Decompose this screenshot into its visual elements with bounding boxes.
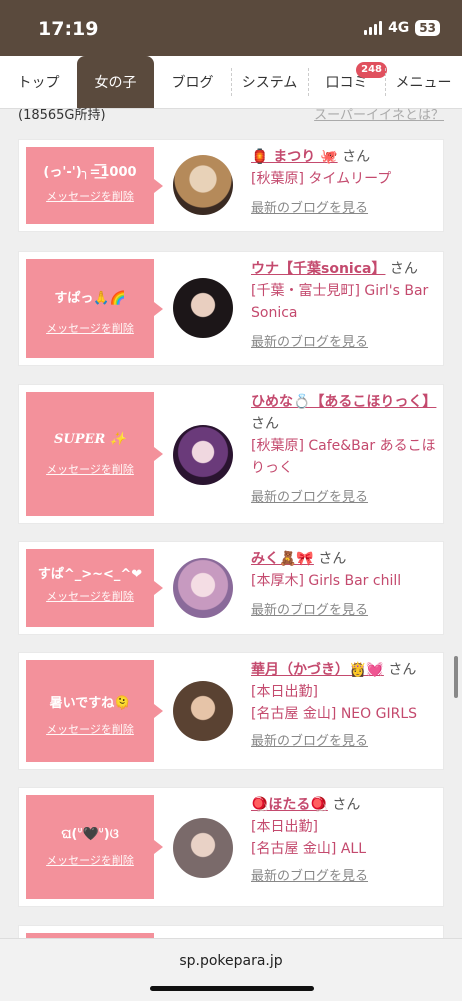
honorific: さん	[388, 662, 417, 678]
girl-name[interactable]: ウナ【千葉sonica】	[251, 261, 385, 277]
girl-name[interactable]: 🪀ほたる🪀	[251, 797, 328, 813]
delete-message-link[interactable]: メッセージを削除	[26, 721, 154, 737]
scrollbar[interactable]	[454, 656, 458, 698]
honorific: さん	[332, 797, 361, 813]
tab-label: トップ	[17, 75, 60, 91]
favorite-card: 暑いですね🫠 メッセージを削除 華月（かづき）👸💓 さん [本日出勤] [名古屋…	[19, 653, 443, 769]
shop-status: [本日出勤]	[251, 684, 318, 700]
avatar[interactable]	[173, 681, 233, 741]
points-text: (18565G所持)	[18, 108, 106, 123]
tab-label: 女の子	[94, 75, 137, 91]
delete-message-link[interactable]: メッセージを削除	[26, 188, 154, 204]
top-nav: トップ 女の子 ブログ システム 口コミ 248 メニュー	[0, 56, 462, 109]
latest-blog-link[interactable]: 最新のブログを見る	[251, 198, 437, 220]
latest-blog-link[interactable]: 最新のブログを見る	[251, 731, 437, 753]
shop-name[interactable]: [千葉・富士見町] Girl's Bar Sonica	[251, 283, 428, 321]
message-bubble: すぱっ🙏🌈 メッセージを削除	[26, 259, 163, 358]
latest-blog-link[interactable]: 最新のブログを見る	[251, 866, 437, 888]
delete-message-link[interactable]: メッセージを削除	[26, 461, 154, 477]
signal-icon	[364, 21, 383, 35]
favorite-card: ଘ(ᐡ🖤ᐡ)ଓ メッセージを削除 🪀ほたる🪀 さん [本日出勤] [名古屋 金山…	[19, 788, 443, 906]
shop-name[interactable]: [秋葉原] Cafe&Bar あるこほりっく	[251, 438, 436, 476]
shop-name[interactable]: [名古屋 金山] NEO GIRLS	[251, 706, 417, 722]
tab-system[interactable]: システム	[231, 56, 308, 108]
shop-name[interactable]: [秋葉原] タイムリープ	[251, 171, 391, 187]
girl-info: 🪀ほたる🪀 さん [本日出勤] [名古屋 金山] ALL 最新のブログを見る	[251, 794, 437, 888]
message-text: SUPER ✨	[54, 432, 126, 447]
message-bubble: すぱ^_>~<_^❤ メッセージを削除	[26, 549, 163, 627]
delete-message-link[interactable]: メッセージを削除	[26, 320, 154, 336]
message-bubble: 暑いですね🫠 メッセージを削除	[26, 660, 163, 762]
latest-blog-link[interactable]: 最新のブログを見る	[251, 487, 437, 509]
network-label: 4G	[388, 20, 410, 36]
favorite-card	[19, 926, 443, 938]
girl-name[interactable]: 華月（かづき）👸💓	[251, 662, 384, 678]
favorite-card: すぱっ🙏🌈 メッセージを削除 ウナ【千葉sonica】 さん [千葉・富士見町]…	[19, 252, 443, 365]
tab-label: ブログ	[171, 75, 214, 91]
home-indicator[interactable]	[150, 986, 314, 991]
tab-top[interactable]: トップ	[0, 56, 77, 108]
shop-status: [本日出勤]	[251, 819, 318, 835]
favorite-card: すぱ^_>~<_^❤ メッセージを削除 みく🧸🎀 さん [本厚木] Girls …	[19, 542, 443, 634]
points-row: (18565G所持) スーパーイイネとは？	[18, 108, 448, 123]
url-text: sp.pokepara.jp	[179, 953, 283, 969]
status-bar: 17:19 4G 53	[0, 0, 462, 56]
message-text: すぱっ🙏🌈	[54, 291, 126, 306]
clock: 17:19	[38, 18, 99, 40]
avatar[interactable]	[173, 278, 233, 338]
message-bubble: SUPER ✨ メッセージを削除	[26, 392, 163, 516]
browser-url-bar[interactable]: sp.pokepara.jp	[0, 938, 462, 1001]
girl-info: みく🧸🎀 さん [本厚木] Girls Bar chill 最新のブログを見る	[251, 548, 437, 622]
tab-label: メニュー	[395, 75, 452, 91]
message-text: 暑いですね🫠	[49, 696, 131, 711]
girl-name[interactable]: ひめな💍【あるこほりっく】	[251, 394, 436, 410]
girl-info: ウナ【千葉sonica】 さん [千葉・富士見町] Girl's Bar Son…	[251, 258, 437, 354]
honorific: さん	[251, 416, 279, 432]
avatar[interactable]	[173, 155, 233, 215]
favorite-card: SUPER ✨ メッセージを削除 ひめな💍【あるこほりっく】 さん [秋葉原] …	[19, 385, 443, 523]
super-like-link[interactable]: スーパーイイネとは？	[314, 108, 444, 123]
girl-info: ひめな💍【あるこほりっく】 さん [秋葉原] Cafe&Bar あるこほりっく …	[251, 391, 437, 509]
message-bubble: ଘ(ᐡ🖤ᐡ)ଓ メッセージを削除	[26, 795, 163, 899]
delete-message-link[interactable]: メッセージを削除	[26, 588, 154, 604]
avatar[interactable]	[173, 558, 233, 618]
tab-girls[interactable]: 女の子	[77, 56, 154, 108]
shop-name[interactable]: [本厚木] Girls Bar chill	[251, 573, 401, 589]
message-bubble: (っ'-')╮=͟͟͞͞1000 メッセージを削除	[26, 147, 163, 224]
latest-blog-link[interactable]: 最新のブログを見る	[251, 332, 437, 354]
battery-icon: 53	[415, 20, 440, 36]
avatar[interactable]	[173, 425, 233, 485]
message-text: ଘ(ᐡ🖤ᐡ)ଓ	[61, 827, 119, 842]
message-text: (っ'-')╮=͟͟͞͞1000	[43, 165, 137, 180]
reviews-count-badge: 248	[356, 62, 387, 78]
delete-message-link[interactable]: メッセージを削除	[26, 852, 154, 868]
honorific: さん	[342, 149, 371, 165]
avatar[interactable]	[173, 818, 233, 878]
shop-name[interactable]: [名古屋 金山] ALL	[251, 841, 366, 857]
girl-info: 華月（かづき）👸💓 さん [本日出勤] [名古屋 金山] NEO GIRLS 最…	[251, 659, 437, 753]
main-content: (18565G所持) スーパーイイネとは？ (っ'-')╮=͟͟͞͞1000 メ…	[0, 108, 462, 938]
honorific: さん	[318, 551, 347, 567]
girl-name[interactable]: みく🧸🎀	[251, 551, 314, 567]
favorite-card: (っ'-')╮=͟͟͞͞1000 メッセージを削除 🏮 まつり 🐙 さん [秋葉…	[19, 140, 443, 231]
tab-label: システム	[241, 75, 298, 91]
honorific: さん	[389, 261, 418, 277]
latest-blog-link[interactable]: 最新のブログを見る	[251, 600, 437, 622]
tab-reviews[interactable]: 口コミ 248	[308, 56, 387, 108]
tab-menu[interactable]: メニュー	[385, 56, 462, 108]
status-icons: 4G 53	[364, 20, 440, 36]
tab-blog[interactable]: ブログ	[154, 56, 231, 108]
message-text: すぱ^_>~<_^❤	[37, 567, 143, 582]
girl-name[interactable]: 🏮 まつり 🐙	[251, 149, 338, 165]
girl-info: 🏮 まつり 🐙 さん [秋葉原] タイムリープ 最新のブログを見る	[251, 146, 437, 220]
